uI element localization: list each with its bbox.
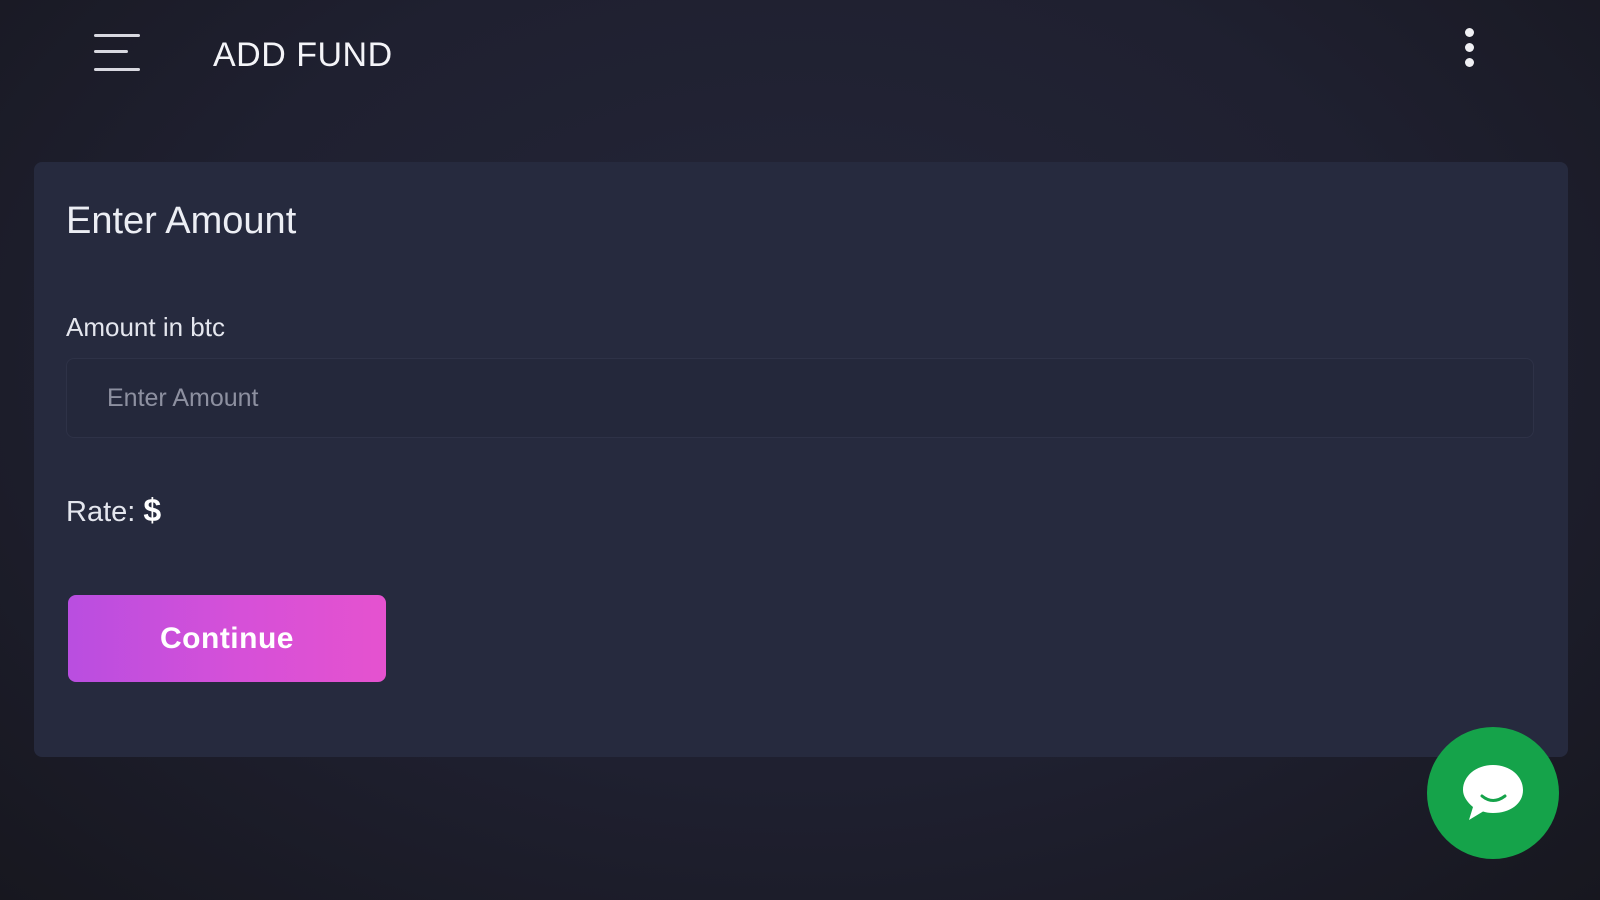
continue-button[interactable]: Continue: [68, 595, 386, 682]
more-options-button[interactable]: [1455, 24, 1485, 74]
menu-button[interactable]: [92, 30, 142, 78]
rate-row: Rate: $: [66, 492, 161, 529]
top-app-bar: ADD FUND: [0, 0, 1600, 115]
rate-value: $: [143, 492, 162, 528]
vertical-dots-icon-dot: [1465, 43, 1474, 52]
chat-bubble-icon: [1463, 765, 1523, 820]
hamburger-menu-icon-line: [94, 50, 128, 53]
hamburger-menu-icon-line: [94, 68, 140, 71]
page-title: ADD FUND: [213, 36, 393, 74]
hamburger-menu-icon: [94, 34, 140, 37]
amount-input[interactable]: [66, 358, 1534, 438]
amount-label: Amount in btc: [66, 312, 225, 342]
add-fund-card: Enter Amount Amount in btc Rate: $ Conti…: [34, 162, 1568, 757]
vertical-dots-icon-dot: [1465, 58, 1474, 67]
chat-button[interactable]: [1427, 727, 1559, 859]
rate-label: Rate:: [66, 496, 136, 528]
card-title: Enter Amount: [66, 200, 297, 242]
vertical-dots-icon: [1465, 28, 1474, 37]
